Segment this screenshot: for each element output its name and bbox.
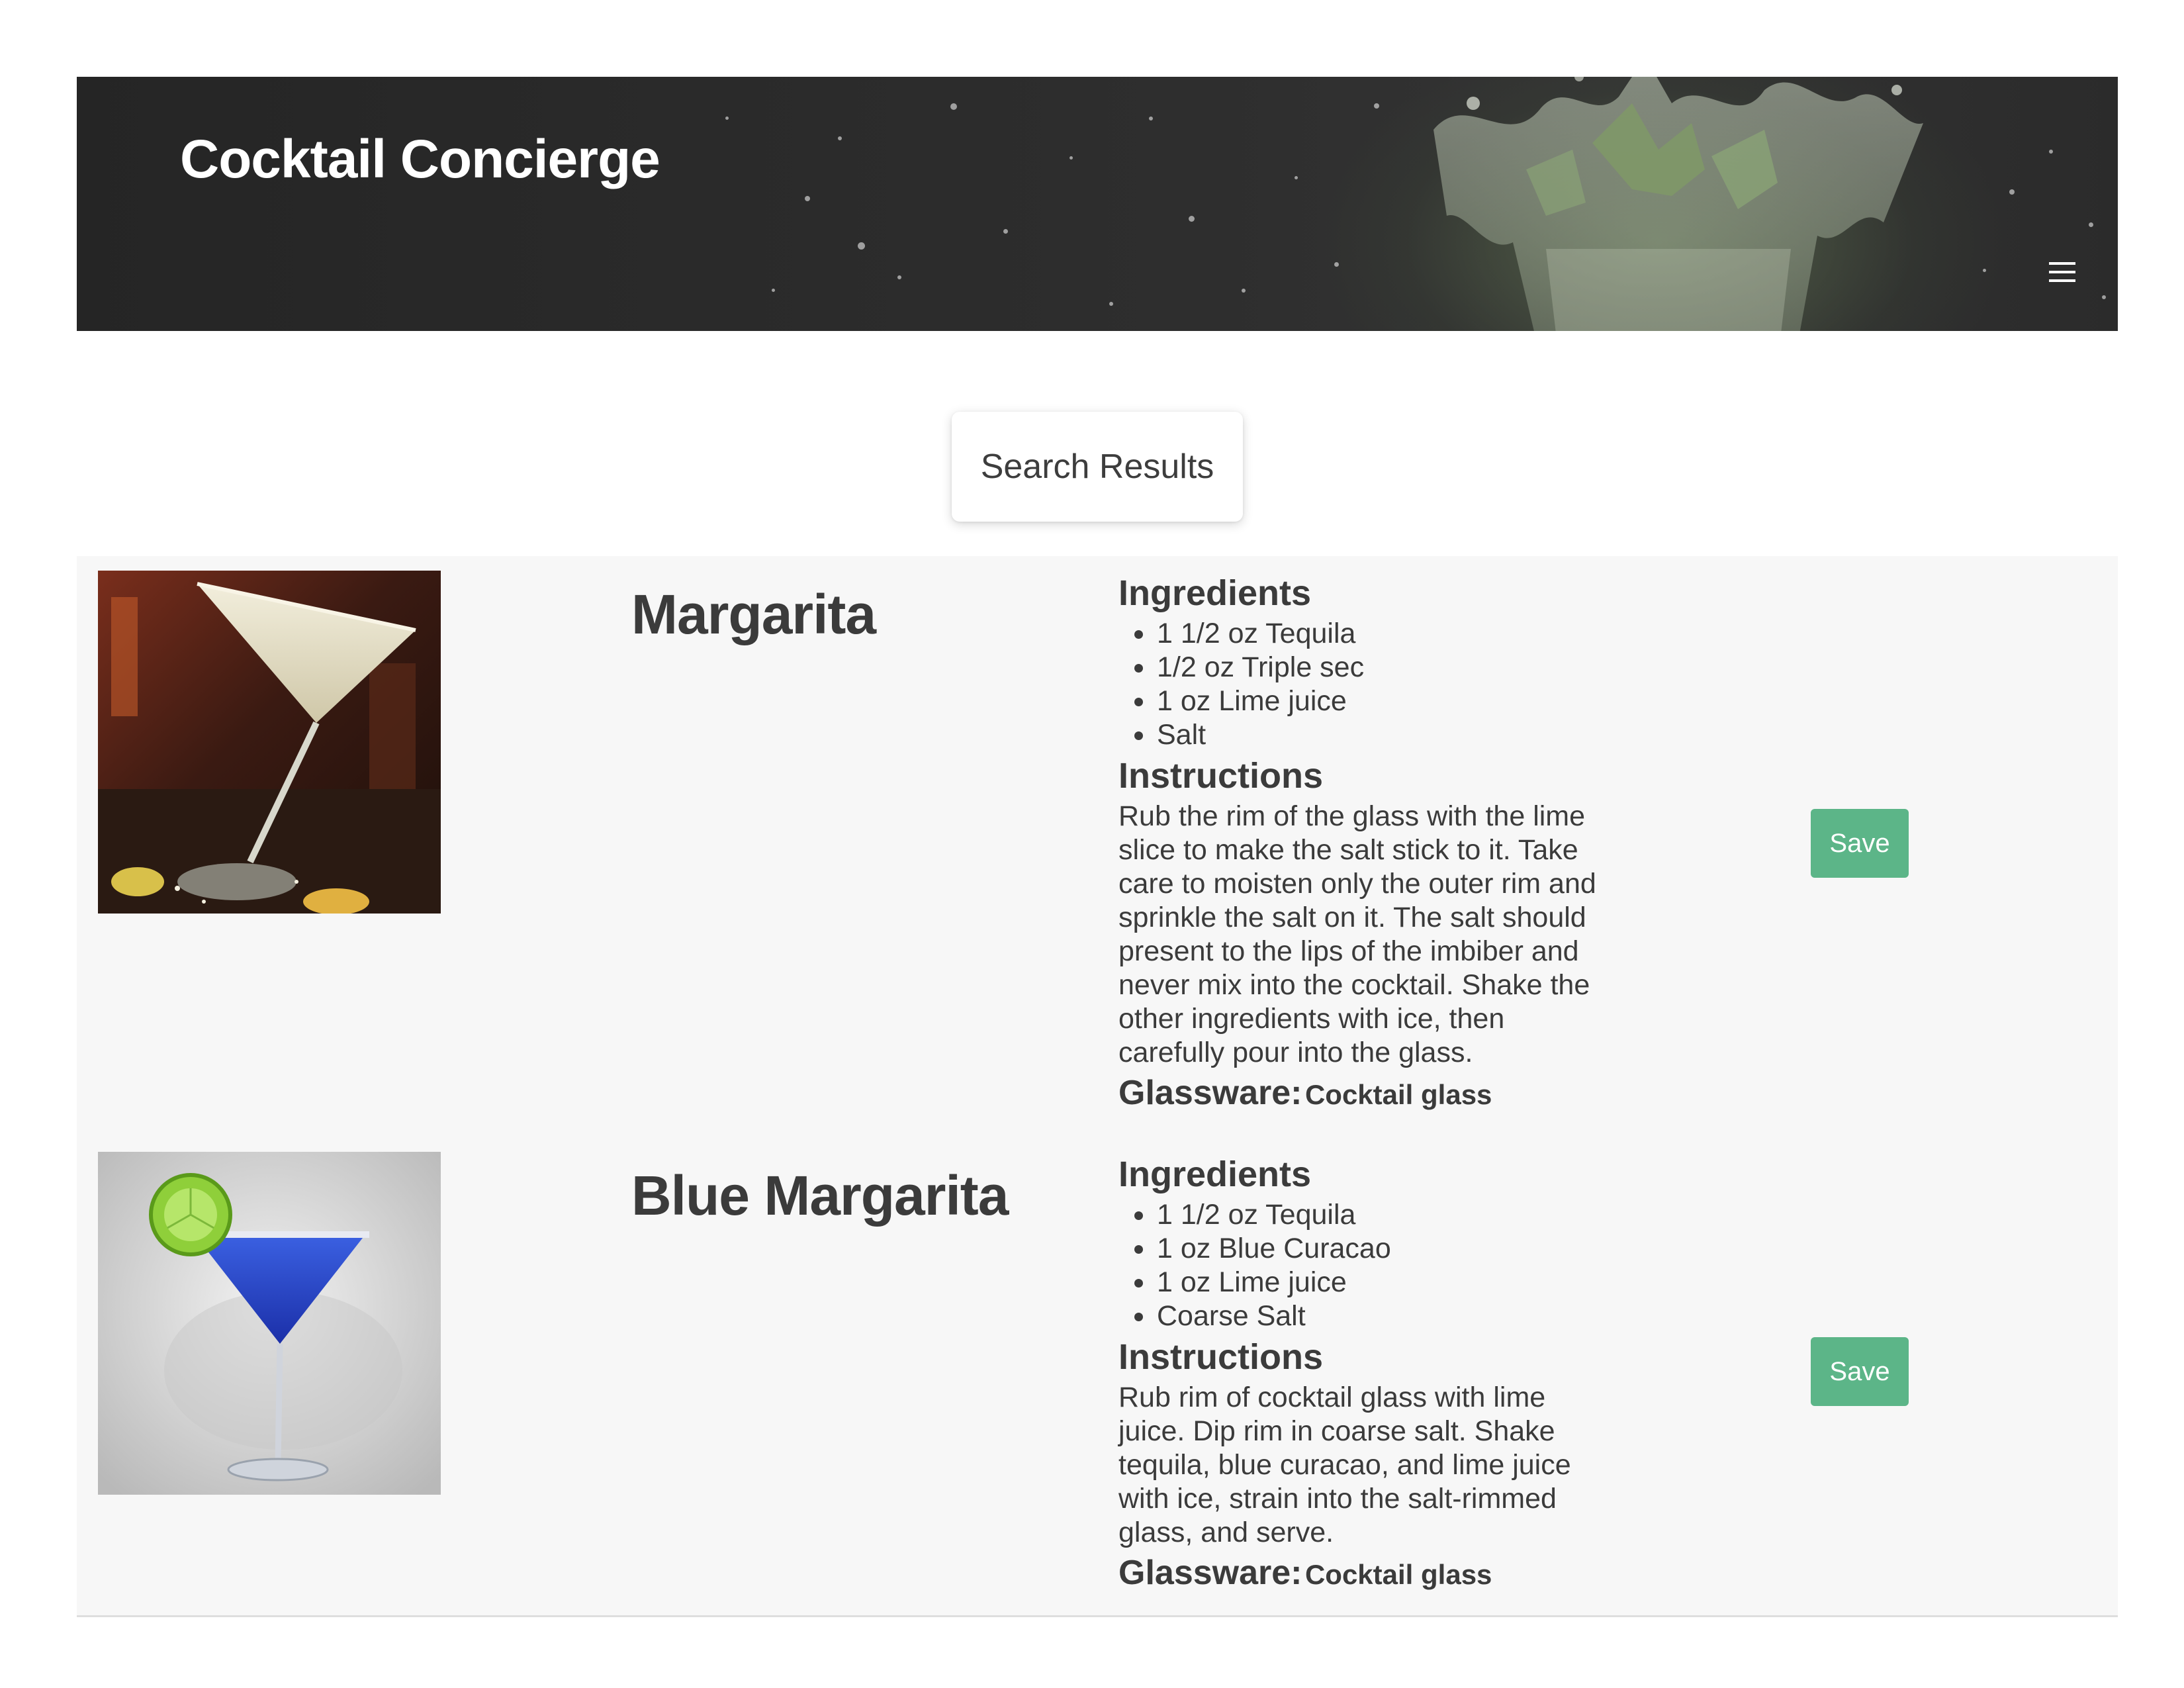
drink-name: Margarita [631,583,876,645]
ingredient-item: 1 oz Blue Curacao [1156,1232,1608,1266]
instructions-text: Rub rim of cocktail glass with lime juic… [1118,1382,1571,1548]
drink-name: Blue Margarita [631,1164,1009,1227]
instructions-heading: Instructions [1118,756,1324,796]
ingredients-list: 1 1/2 oz Tequila 1/2 oz Triple sec 1 oz … [1118,617,1608,752]
site-title[interactable]: Cocktail Concierge [180,128,660,191]
result-row: Blue Margarita Ingredients 1 1/2 oz Tequ… [77,1137,2118,1617]
glassware-label: Glassware: [1118,1554,1302,1592]
drink-details: Ingredients 1 1/2 oz Tequila 1/2 oz Trip… [1118,569,1608,1123]
ingredient-item: Salt [1156,718,1608,752]
glassware-value: Cocktail glass [1304,1559,1492,1590]
save-button[interactable]: Save [1811,1337,1909,1406]
ingredients-heading: Ingredients [1118,1154,1312,1194]
ingredient-item: 1 oz Lime juice [1156,1266,1608,1299]
ingredients-list: 1 1/2 oz Tequila 1 oz Blue Curacao 1 oz … [1118,1198,1608,1333]
instructions-text: Rub the rim of the glass with the lime s… [1118,800,1596,1068]
ingredient-item: 1 1/2 oz Tequila [1156,617,1608,651]
search-results-heading: Search Results [952,412,1243,522]
header-banner: Cocktail Concierge [77,77,2118,331]
glassware: Glassware: Cocktail glass [1118,1551,1608,1603]
drink-details: Ingredients 1 1/2 oz Tequila 1 oz Blue C… [1118,1150,1608,1603]
ingredient-item: Coarse Salt [1156,1299,1608,1333]
glassware-value: Cocktail glass [1304,1079,1492,1110]
instructions-heading: Instructions [1118,1337,1324,1377]
splash-glass-illustration [1433,77,1923,331]
result-row: Margarita Ingredients 1 1/2 oz Tequila 1… [77,556,2118,1139]
ingredients-heading: Ingredients [1118,573,1312,613]
glassware: Glassware: Cocktail glass [1118,1071,1608,1123]
glassware-label: Glassware: [1118,1074,1302,1112]
ingredient-item: 1/2 oz Triple sec [1156,651,1608,684]
ingredient-item: 1 oz Lime juice [1156,684,1608,718]
save-button[interactable]: Save [1811,809,1909,878]
hamburger-menu-icon[interactable] [2042,256,2082,289]
blue-margarita-photo [98,1152,441,1495]
ingredient-item: 1 1/2 oz Tequila [1156,1198,1608,1232]
margarita-photo [98,571,441,914]
